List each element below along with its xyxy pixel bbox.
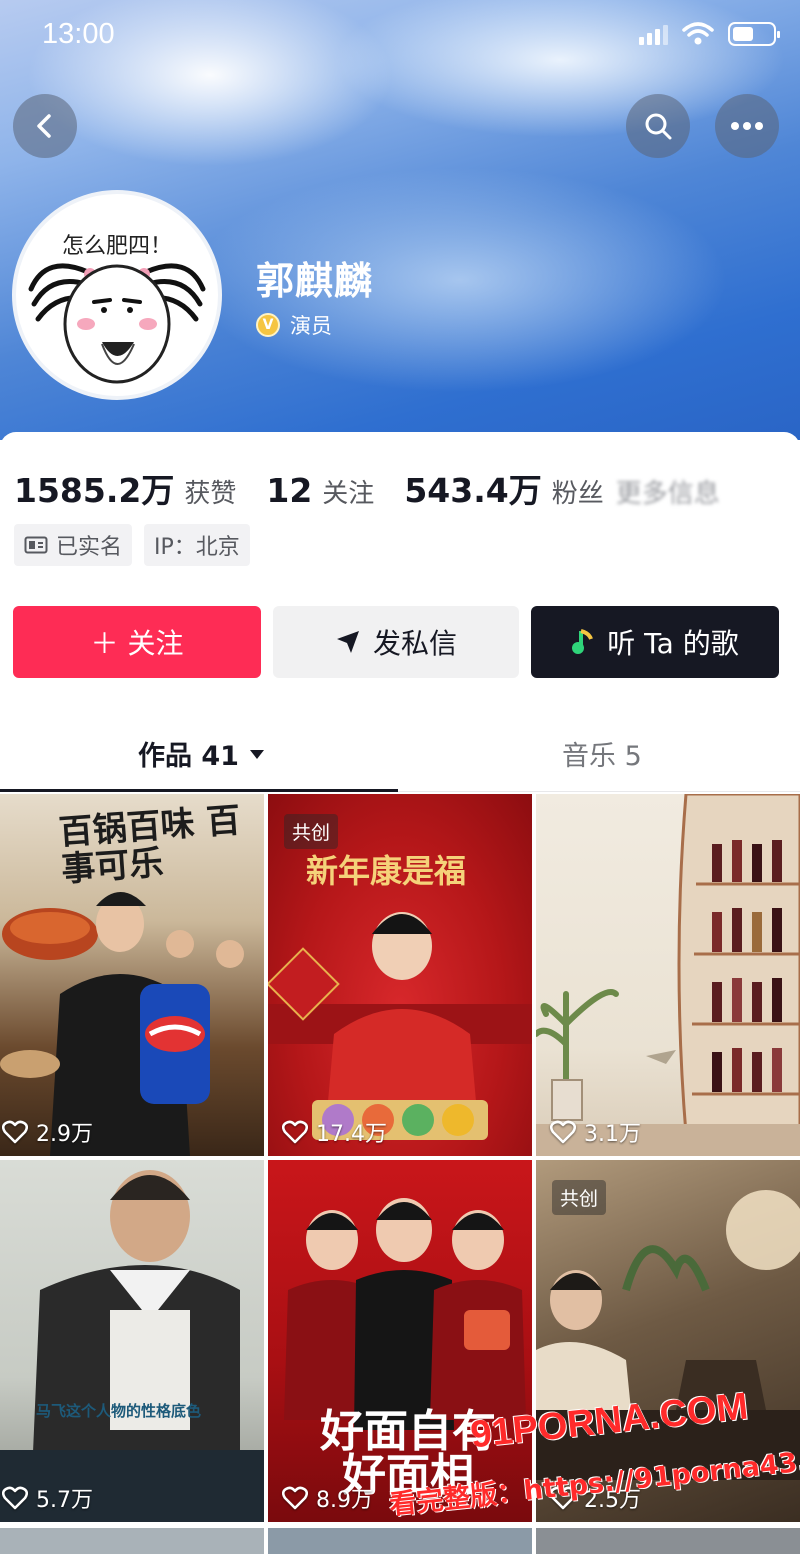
- video-likes-count: 2.9万: [36, 1122, 93, 1147]
- caret-down-icon: [249, 749, 264, 759]
- video-likes: 5.7万: [2, 1482, 93, 1514]
- battery-icon: [728, 22, 780, 46]
- status-bar: 13:00: [0, 0, 800, 70]
- video-likes-count: 3.1万: [584, 1122, 641, 1147]
- video-likes: 3.1万: [550, 1116, 641, 1148]
- profile-content: 1585.2万 获赞 12 关注 543.4万 粉丝 更多信息 已实名 IP：北…: [0, 432, 800, 1554]
- info-chips: 已实名 IP：北京: [14, 524, 250, 566]
- video-tile-partial[interactable]: [0, 1528, 264, 1554]
- video-likes-count: 8.9万: [316, 1488, 373, 1513]
- tab-works[interactable]: 作品 41: [138, 734, 265, 773]
- video-thumbnail-art: [0, 1170, 264, 1522]
- heart-icon: [2, 1120, 28, 1144]
- heart-icon: [282, 1486, 308, 1510]
- heart-icon: [550, 1120, 576, 1144]
- wifi-icon: [682, 22, 714, 45]
- search-button[interactable]: [626, 94, 690, 158]
- signal-icon: [639, 23, 668, 45]
- blurred-info: 更多信息: [615, 479, 720, 509]
- send-icon: [336, 631, 359, 653]
- verified-badge-icon: V: [256, 313, 280, 337]
- chevron-left-icon: [37, 114, 51, 138]
- realname-chip: 已实名: [14, 524, 133, 566]
- message-label: 发私信: [372, 627, 457, 660]
- tab-music-label: 音乐 5: [562, 741, 642, 772]
- video-thumbnail-art: [536, 794, 800, 1156]
- message-button[interactable]: 发私信: [273, 606, 519, 678]
- video-tile[interactable]: 3.1万: [536, 794, 800, 1156]
- ip-chip: IP：北京: [144, 524, 250, 566]
- video-likes-count: 5.7万: [36, 1488, 93, 1513]
- heart-icon: [2, 1486, 28, 1510]
- id-card-icon: [24, 536, 48, 554]
- tab-works-label: 作品 41: [138, 741, 239, 772]
- more-button[interactable]: [715, 94, 779, 158]
- follow-button[interactable]: ＋ 关注: [13, 606, 261, 678]
- video-tile[interactable]: 共创 新年康是福 17.4万: [268, 794, 532, 1156]
- next-row-preview: [0, 1528, 800, 1554]
- profile-name: 郭麒麟: [256, 259, 374, 303]
- realname-label: 已实名: [56, 535, 123, 560]
- video-tile[interactable]: 百锅百味 百事可乐 2.9万: [0, 794, 264, 1156]
- video-tile-partial[interactable]: [268, 1528, 532, 1554]
- profile-banner: 13:00 怎么肥四！ 郭麒麟 V 演员: [0, 0, 800, 440]
- heart-icon: [282, 1120, 308, 1144]
- meme-face-icon: [28, 263, 206, 384]
- tab-indicator: [0, 789, 398, 792]
- follow-label: ＋ 关注: [90, 627, 184, 660]
- video-tile-partial[interactable]: [536, 1528, 800, 1554]
- listen-songs-button[interactable]: 听 Ta 的歌: [531, 606, 779, 678]
- video-thumbnail-art: [268, 912, 532, 1140]
- search-icon: [645, 113, 672, 140]
- likes-label: 获赞: [184, 479, 237, 509]
- listen-label: 听 Ta 的歌: [607, 627, 739, 660]
- action-buttons: ＋ 关注 发私信 听 Ta 的歌: [13, 606, 779, 678]
- status-time: 13:00: [42, 18, 115, 50]
- video-title: 马飞这个人物的性格底色: [36, 1402, 202, 1420]
- followers-label[interactable]: 粉丝: [552, 473, 604, 510]
- stats-row: 1585.2万 获赞 12 关注 543.4万 粉丝 更多信息: [14, 464, 720, 512]
- followers-count[interactable]: 543.4万: [404, 464, 541, 512]
- video-tile[interactable]: 马飞这个人物的性格底色 5.7万: [0, 1160, 264, 1522]
- verification-row: V 演员: [256, 310, 332, 340]
- more-dots-icon: [731, 122, 763, 130]
- ip-label: IP：北京: [154, 535, 240, 560]
- status-icons: [639, 22, 780, 46]
- avatar[interactable]: 怎么肥四！: [12, 190, 222, 400]
- video-likes: 8.9万: [282, 1482, 373, 1514]
- following-label[interactable]: 关注: [322, 473, 374, 510]
- video-thumbnail-art: [0, 892, 244, 1156]
- video-likes: 17.4万: [282, 1116, 387, 1148]
- following-count[interactable]: 12: [266, 471, 312, 510]
- likes-count: 1585.2万: [14, 471, 175, 510]
- video-likes-count: 17.4万: [316, 1122, 387, 1147]
- content-tabs: 作品 41 音乐 5: [0, 712, 800, 792]
- video-tile[interactable]: 好面自有好面相 8.9万: [268, 1160, 532, 1522]
- video-likes: 2.9万: [2, 1116, 93, 1148]
- verification-label: 演员: [290, 314, 332, 338]
- tab-music[interactable]: 音乐 5: [562, 734, 642, 773]
- music-note-icon: [572, 629, 594, 654]
- back-button[interactable]: [13, 94, 77, 158]
